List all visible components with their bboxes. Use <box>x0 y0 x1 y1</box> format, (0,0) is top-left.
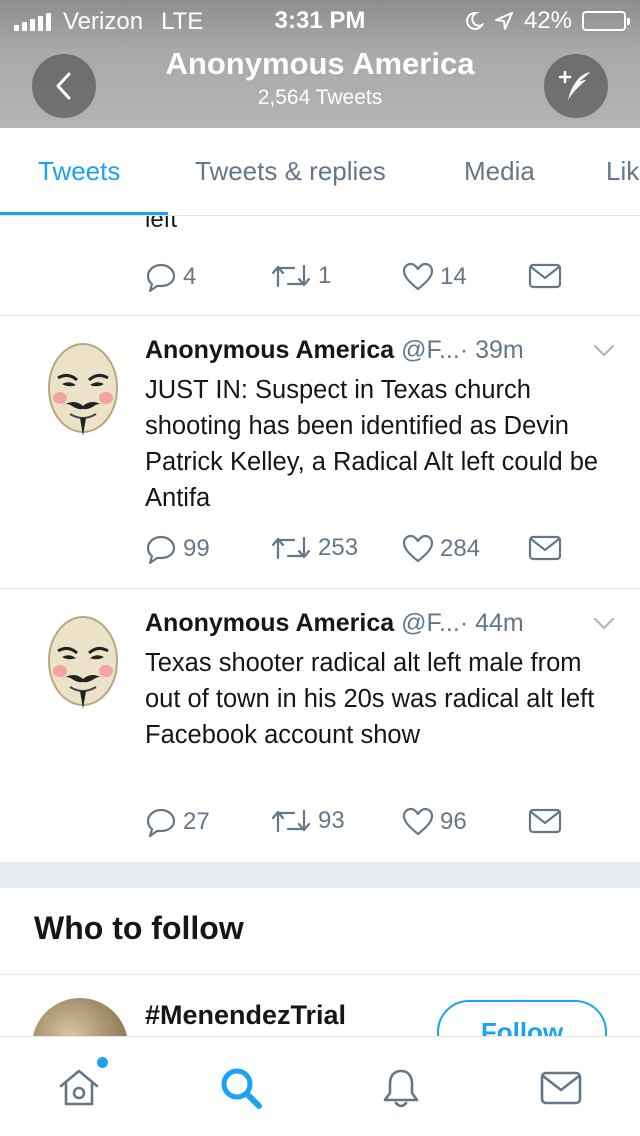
dm-share-button[interactable] <box>528 534 562 562</box>
tweet-header: Anonymous America @F...· 44m <box>145 609 615 643</box>
battery-icon <box>582 11 630 31</box>
moon-icon <box>466 11 484 30</box>
chevron-down-icon[interactable] <box>593 344 615 358</box>
retweet-button[interactable]: 93 <box>270 807 345 835</box>
tab-media[interactable]: Media <box>464 156 535 187</box>
tweet-actions: 27 93 96 <box>145 807 595 843</box>
location-arrow-icon <box>494 12 513 30</box>
author-handle[interactable]: @F... <box>401 336 460 364</box>
retweet-icon <box>271 809 311 833</box>
separator-dot: · <box>459 609 469 637</box>
envelope-icon <box>528 808 562 834</box>
chevron-down-icon[interactable] <box>593 617 615 631</box>
avatar-guy-fawkes-mask[interactable] <box>44 340 122 440</box>
tweet-feed[interactable]: left" 4 1 14 Anonymous America @F...· 39… <box>0 216 640 1036</box>
page-title: Anonymous America <box>165 46 475 81</box>
author-name[interactable]: Anonymous America <box>145 609 394 637</box>
bell-icon <box>383 1069 419 1108</box>
reply-icon <box>146 535 176 564</box>
partial-tweet-text: left" <box>145 216 186 233</box>
retweet-icon <box>271 264 311 288</box>
battery-percent: 42% <box>523 7 572 34</box>
suggestion-name[interactable]: #MenendezTrial <box>145 1000 346 1031</box>
tweet-text: Texas shooter radical alt left male from… <box>145 649 595 749</box>
author-handle[interactable]: @F... <box>401 609 460 637</box>
tweet-card[interactable]: Anonymous America @F...· 44m Texas shoot… <box>0 589 640 861</box>
compose-button[interactable] <box>544 54 608 118</box>
tweet-text: JUST IN: Suspect in Texas church shootin… <box>145 376 599 512</box>
heart-icon <box>402 262 434 291</box>
like-count: 284 <box>440 535 481 562</box>
envelope-icon <box>528 263 562 289</box>
dm-share-button[interactable] <box>528 262 562 290</box>
reply-count: 4 <box>183 263 197 290</box>
who-to-follow-title: Who to follow <box>34 910 244 946</box>
dm-share-button[interactable] <box>528 807 562 835</box>
tweet-time: 44m <box>475 609 524 637</box>
retweet-button[interactable]: 1 <box>270 262 331 290</box>
tab-tweets-replies[interactable]: Tweets & replies <box>195 156 386 187</box>
retweet-count: 253 <box>318 534 359 561</box>
notification-dot <box>97 1057 108 1068</box>
tweet-card[interactable]: Anonymous America @F...· 39m JUST IN: Su… <box>0 316 640 588</box>
author-name[interactable]: Anonymous America <box>145 336 394 364</box>
retweet-count: 1 <box>318 262 332 289</box>
tweet-actions: 99 253 284 <box>145 534 595 570</box>
nav-home[interactable] <box>54 1057 108 1113</box>
reply-button[interactable]: 4 <box>145 262 196 292</box>
profile-header: Verizon LTE 3:31 PM 42% Anonymous Americ… <box>0 0 640 128</box>
follow-button[interactable]: Follow <box>437 1000 607 1036</box>
envelope-icon <box>528 535 562 561</box>
tab-tweets[interactable]: Tweets <box>38 156 120 187</box>
profile-tabs: Tweets Tweets & replies Media Lik <box>0 128 640 216</box>
status-bar: Verizon LTE 3:31 PM 42% <box>0 0 640 40</box>
mail-icon <box>540 1071 582 1105</box>
like-button[interactable]: 96 <box>402 807 467 837</box>
heart-icon <box>402 534 434 563</box>
heart-icon <box>402 807 434 836</box>
reply-count: 27 <box>183 808 210 835</box>
search-icon <box>221 1068 262 1109</box>
tweet-actions: 4 1 14 <box>145 262 595 298</box>
bottom-navigation <box>0 1036 640 1136</box>
retweet-button[interactable]: 253 <box>270 534 358 562</box>
avatar-guy-fawkes-mask[interactable] <box>44 613 122 713</box>
tab-likes[interactable]: Lik <box>606 156 639 187</box>
like-count: 14 <box>440 263 467 290</box>
like-count: 96 <box>440 808 467 835</box>
retweet-icon <box>271 536 311 560</box>
like-button[interactable]: 284 <box>402 534 480 564</box>
home-icon <box>59 1069 99 1106</box>
nav-notifications[interactable] <box>376 1063 426 1113</box>
reply-count: 99 <box>183 535 210 562</box>
compose-quill-icon <box>558 70 590 100</box>
tweet-time: 39m <box>475 336 524 364</box>
suggestion-avatar[interactable] <box>32 998 128 1036</box>
retweet-count: 93 <box>318 807 345 834</box>
nav-messages[interactable] <box>536 1063 586 1113</box>
separator-dot: · <box>459 336 469 364</box>
section-separator <box>0 862 640 888</box>
reply-button[interactable]: 27 <box>145 807 210 837</box>
tweet-header: Anonymous America @F...· 39m <box>145 336 615 370</box>
reply-icon <box>146 263 176 292</box>
like-button[interactable]: 14 <box>402 262 467 292</box>
nav-search[interactable] <box>216 1063 266 1113</box>
reply-icon <box>146 808 176 837</box>
status-right: 42% <box>464 7 630 35</box>
divider <box>0 974 640 975</box>
reply-button[interactable]: 99 <box>145 534 210 564</box>
